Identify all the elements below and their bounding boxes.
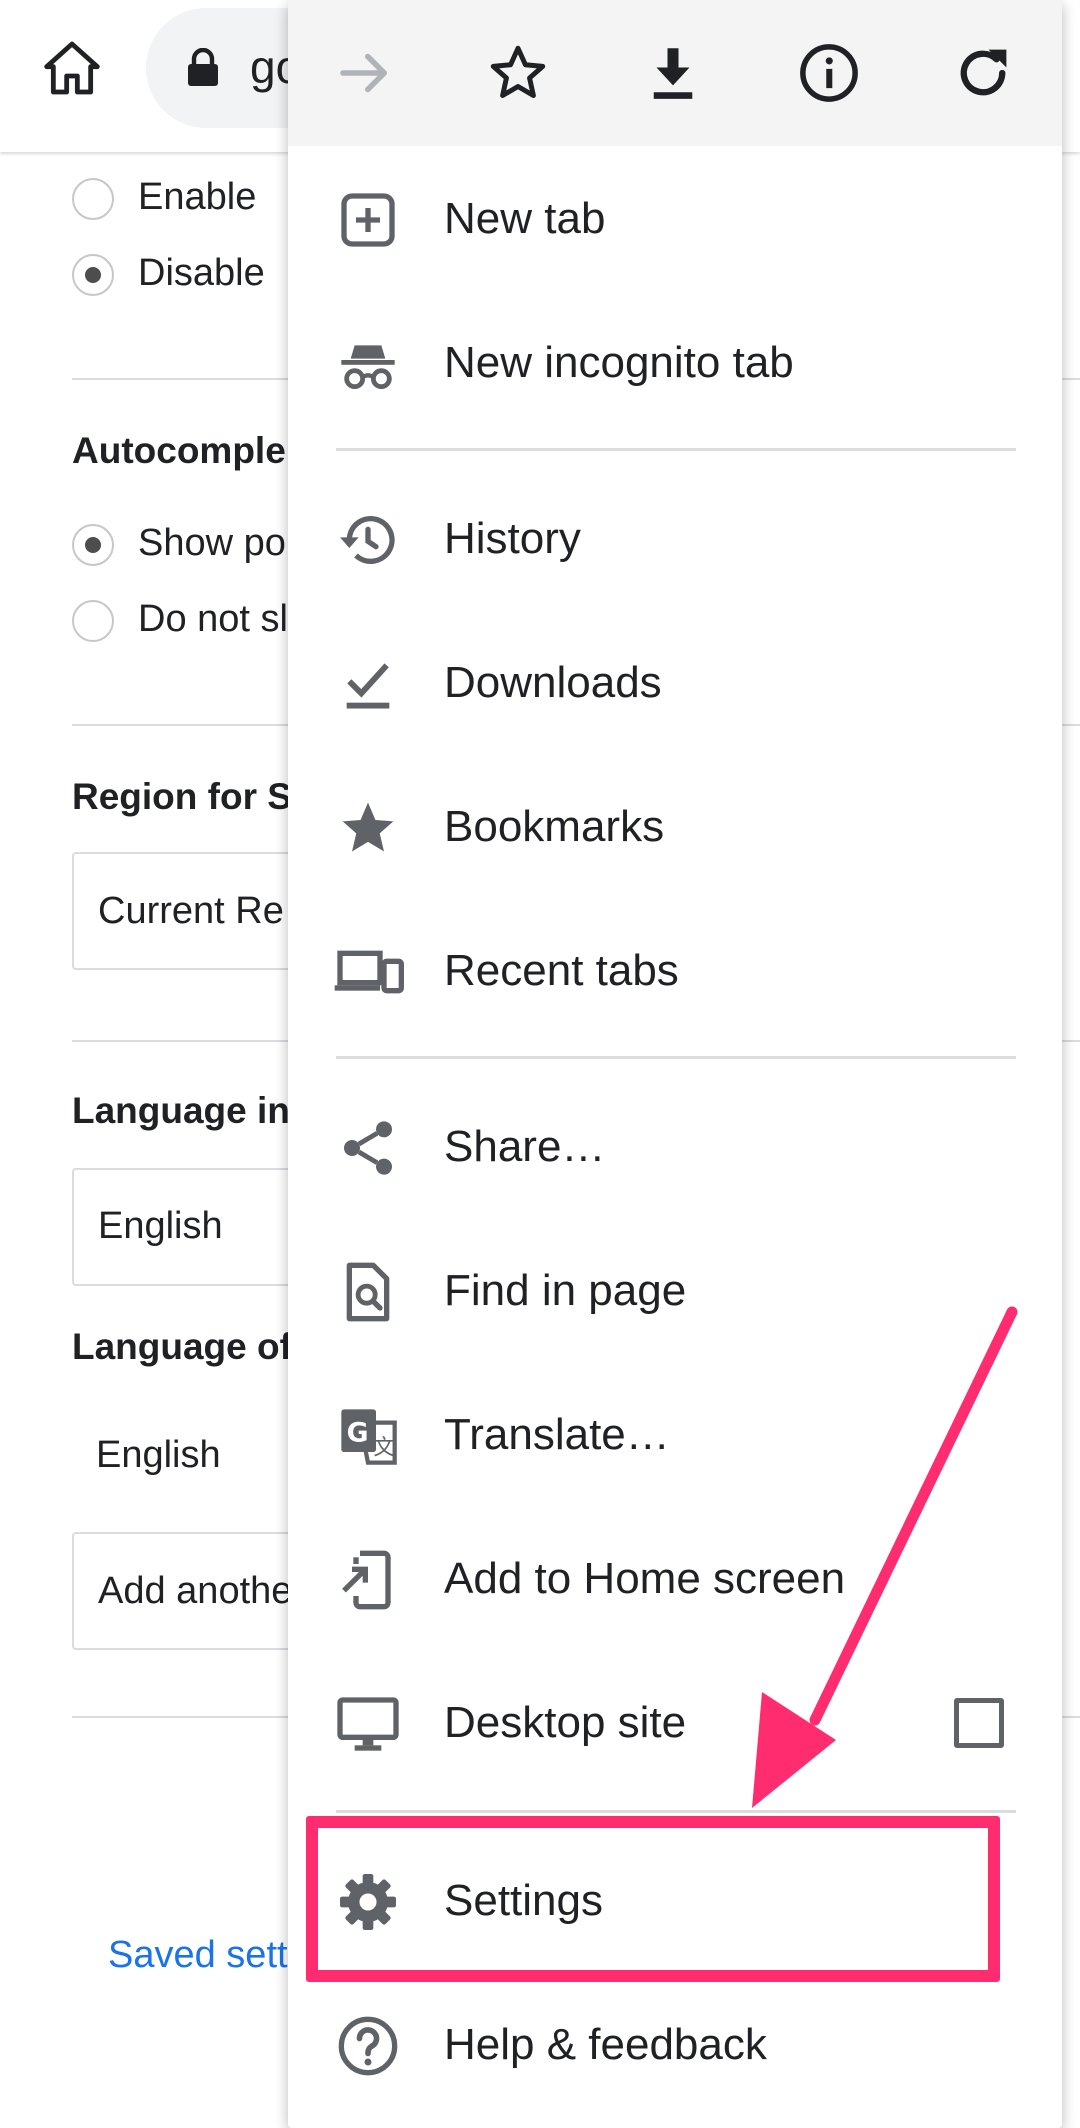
language-interface-value: English bbox=[98, 1205, 223, 1247]
region-value: Current Re bbox=[98, 890, 284, 932]
menu-item-new-tab[interactable]: New tab bbox=[288, 148, 1062, 292]
devices-icon bbox=[334, 950, 404, 994]
svg-text:文: 文 bbox=[373, 1436, 394, 1461]
menu-item-label: Add to Home screen bbox=[444, 1554, 846, 1603]
menu-divider bbox=[336, 448, 1016, 451]
menu-item-label: History bbox=[444, 514, 581, 563]
autocomplete-title: Autocomple bbox=[72, 430, 286, 471]
do-not-show-radio[interactable] bbox=[72, 600, 114, 642]
menu-item-label: Help & feedback bbox=[444, 2020, 767, 2069]
incognito-icon bbox=[341, 345, 395, 390]
menu-item-history[interactable]: History bbox=[288, 468, 1062, 612]
menu-item-label: Translate… bbox=[444, 1410, 670, 1459]
info-icon[interactable] bbox=[796, 40, 862, 106]
desktop-site-checkbox[interactable] bbox=[954, 1698, 1004, 1748]
language-other-value: English bbox=[96, 1434, 221, 1476]
menu-item-label: Desktop site bbox=[444, 1698, 687, 1747]
add-to-home-icon bbox=[342, 1550, 391, 1610]
menu-item-find-in-page[interactable]: Find in page bbox=[288, 1220, 1062, 1364]
menu-item-label: Share… bbox=[444, 1122, 606, 1171]
share-icon bbox=[344, 1121, 392, 1175]
reload-icon[interactable] bbox=[950, 40, 1016, 106]
menu-action-bar bbox=[288, 0, 1062, 146]
history-icon bbox=[340, 515, 395, 564]
show-popular-label: Show po bbox=[138, 522, 286, 564]
settings-highlight-box bbox=[306, 1816, 1000, 1982]
downloads-icon bbox=[346, 663, 390, 709]
bookmark-star-icon[interactable] bbox=[485, 40, 551, 106]
menu-item-share[interactable]: Share… bbox=[288, 1076, 1062, 1220]
menu-item-downloads[interactable]: Downloads bbox=[288, 612, 1062, 756]
forward-arrow-icon[interactable] bbox=[332, 40, 398, 106]
menu-item-desktop-site[interactable]: Desktop site bbox=[288, 1652, 1062, 1796]
desktop-icon bbox=[337, 1697, 399, 1751]
show-popular-radio[interactable] bbox=[72, 524, 114, 566]
language-interface-title: Language in bbox=[72, 1090, 290, 1131]
bookmarks-star-icon bbox=[342, 802, 394, 852]
enable-radio[interactable] bbox=[72, 178, 114, 220]
menu-item-label: New incognito tab bbox=[444, 338, 794, 387]
language-other-title: Language of bbox=[72, 1326, 292, 1367]
menu-item-recent-tabs[interactable]: Recent tabs bbox=[288, 900, 1062, 1044]
disable-radio[interactable] bbox=[72, 254, 114, 296]
home-icon[interactable] bbox=[40, 36, 104, 100]
disable-label: Disable bbox=[138, 252, 265, 294]
new-tab-icon bbox=[341, 193, 395, 247]
menu-item-label: Downloads bbox=[444, 658, 662, 707]
menu-item-label: Recent tabs bbox=[444, 946, 679, 995]
overflow-menu: New tab New incognito tab History Downlo… bbox=[288, 0, 1062, 2128]
enable-label: Enable bbox=[138, 176, 257, 218]
menu-item-label: Find in page bbox=[444, 1266, 687, 1315]
find-in-page-icon bbox=[346, 1262, 390, 1322]
menu-item-help-feedback[interactable]: Help & feedback bbox=[288, 1974, 1062, 2118]
menu-divider bbox=[336, 1056, 1016, 1059]
menu-item-label: Bookmarks bbox=[444, 802, 665, 851]
menu-divider bbox=[336, 1810, 1016, 1813]
menu-item-label: New tab bbox=[444, 194, 606, 243]
menu-item-translate[interactable]: G 文 Translate… bbox=[288, 1364, 1062, 1508]
menu-item-new-incognito-tab[interactable]: New incognito tab bbox=[288, 292, 1062, 436]
menu-item-add-to-home-screen[interactable]: Add to Home screen bbox=[288, 1508, 1062, 1652]
translate-icon: G 文 bbox=[341, 1409, 397, 1465]
do-not-show-label: Do not sl bbox=[138, 598, 288, 640]
svg-text:G: G bbox=[347, 1417, 369, 1448]
menu-item-bookmarks[interactable]: Bookmarks bbox=[288, 756, 1062, 900]
help-icon bbox=[338, 2016, 398, 2076]
saved-settings-link[interactable]: Saved sett bbox=[108, 1934, 288, 1977]
region-title: Region for S bbox=[72, 776, 292, 817]
lock-icon bbox=[188, 48, 218, 86]
add-language-value: Add anothe bbox=[98, 1570, 293, 1612]
download-icon[interactable] bbox=[640, 40, 706, 106]
